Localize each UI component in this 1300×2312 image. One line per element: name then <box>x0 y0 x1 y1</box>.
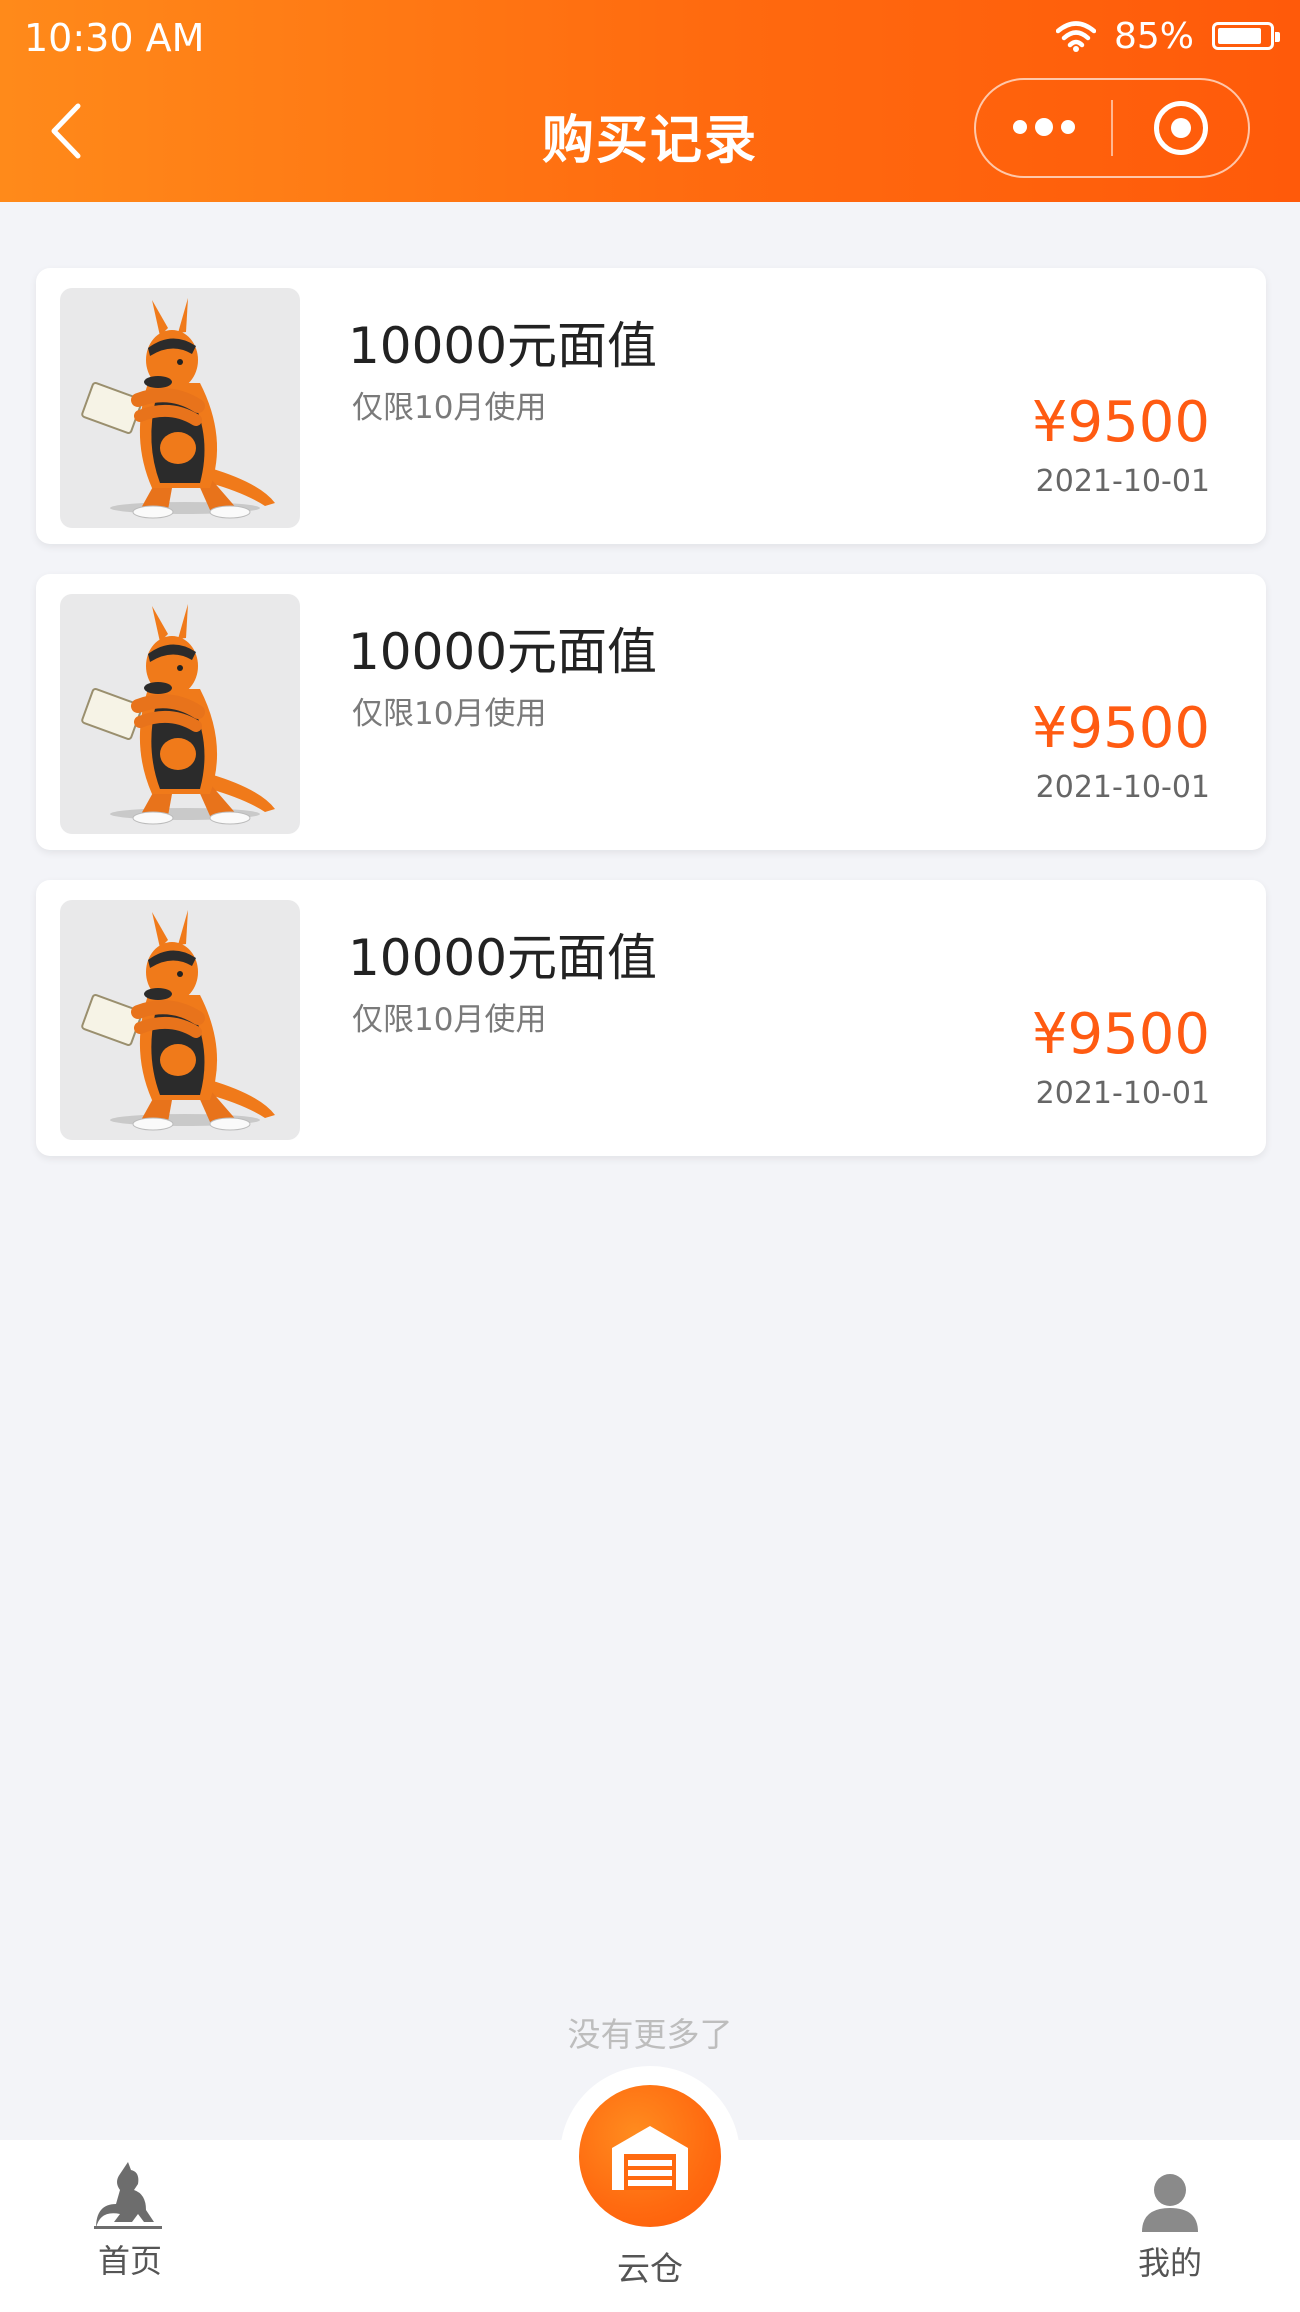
kangaroo-mascot-image <box>60 900 300 1140</box>
more-menu-button[interactable] <box>976 80 1111 176</box>
battery-percent: 85% <box>1113 15 1194 57</box>
kangaroo-home-icon <box>94 2162 162 2229</box>
record-title: 10000元面值 <box>348 623 658 681</box>
purchase-record-card[interactable]: 10000元面值 仅限10月使用 ¥9500 2021-10-01 <box>36 268 1266 544</box>
kangaroo-mascot-icon <box>81 298 275 519</box>
record-usage-note: 仅限10月使用 <box>352 1002 547 1038</box>
user-avatar-icon <box>1142 2174 1198 2232</box>
record-usage-note: 仅限10月使用 <box>352 696 547 732</box>
warehouse-button[interactable] <box>579 2085 721 2227</box>
purchase-record-card[interactable]: 10000元面值 仅限10月使用 ¥9500 2021-10-01 <box>36 880 1266 1156</box>
record-date: 2021-10-01 <box>1035 1076 1210 1111</box>
mini-program-capsule <box>974 78 1250 178</box>
purchase-record-list: 10000元面值 仅限10月使用 ¥9500 2021-10-01 10000元… <box>36 268 1266 1186</box>
tab-warehouse[interactable] <box>560 2066 740 2246</box>
record-price: ¥9500 <box>1031 390 1210 455</box>
kangaroo-mascot-icon <box>81 604 275 825</box>
kangaroo-mascot-icon <box>81 910 275 1131</box>
tab-warehouse-label: 云仓 <box>617 2249 683 2288</box>
kangaroo-mascot-image <box>60 594 300 834</box>
target-circle-icon <box>1153 101 1208 155</box>
navigation-header: 10:30 AM 85% 购买记录 <box>0 0 1300 202</box>
status-indicators: 85% <box>1055 14 1280 58</box>
kangaroo-mascot-image <box>60 288 300 528</box>
status-time: 10:30 AM <box>24 16 205 60</box>
warehouse-icon <box>612 2126 688 2190</box>
record-date: 2021-10-01 <box>1035 464 1210 499</box>
no-more-text: 没有更多了 <box>567 2015 733 2054</box>
wifi-icon <box>1055 21 1096 52</box>
record-date: 2021-10-01 <box>1035 770 1210 805</box>
record-price: ¥9500 <box>1031 696 1210 761</box>
record-usage-note: 仅限10月使用 <box>352 390 547 426</box>
battery-icon <box>1212 22 1280 50</box>
battery-level <box>1218 28 1261 44</box>
close-miniprogram-button[interactable] <box>1113 80 1248 176</box>
record-price: ¥9500 <box>1031 1002 1210 1067</box>
more-dots-icon <box>1012 118 1075 136</box>
record-title: 10000元面值 <box>348 317 658 375</box>
purchase-record-card[interactable]: 10000元面值 仅限10月使用 ¥9500 2021-10-01 <box>36 574 1266 850</box>
record-title: 10000元面值 <box>348 929 658 987</box>
